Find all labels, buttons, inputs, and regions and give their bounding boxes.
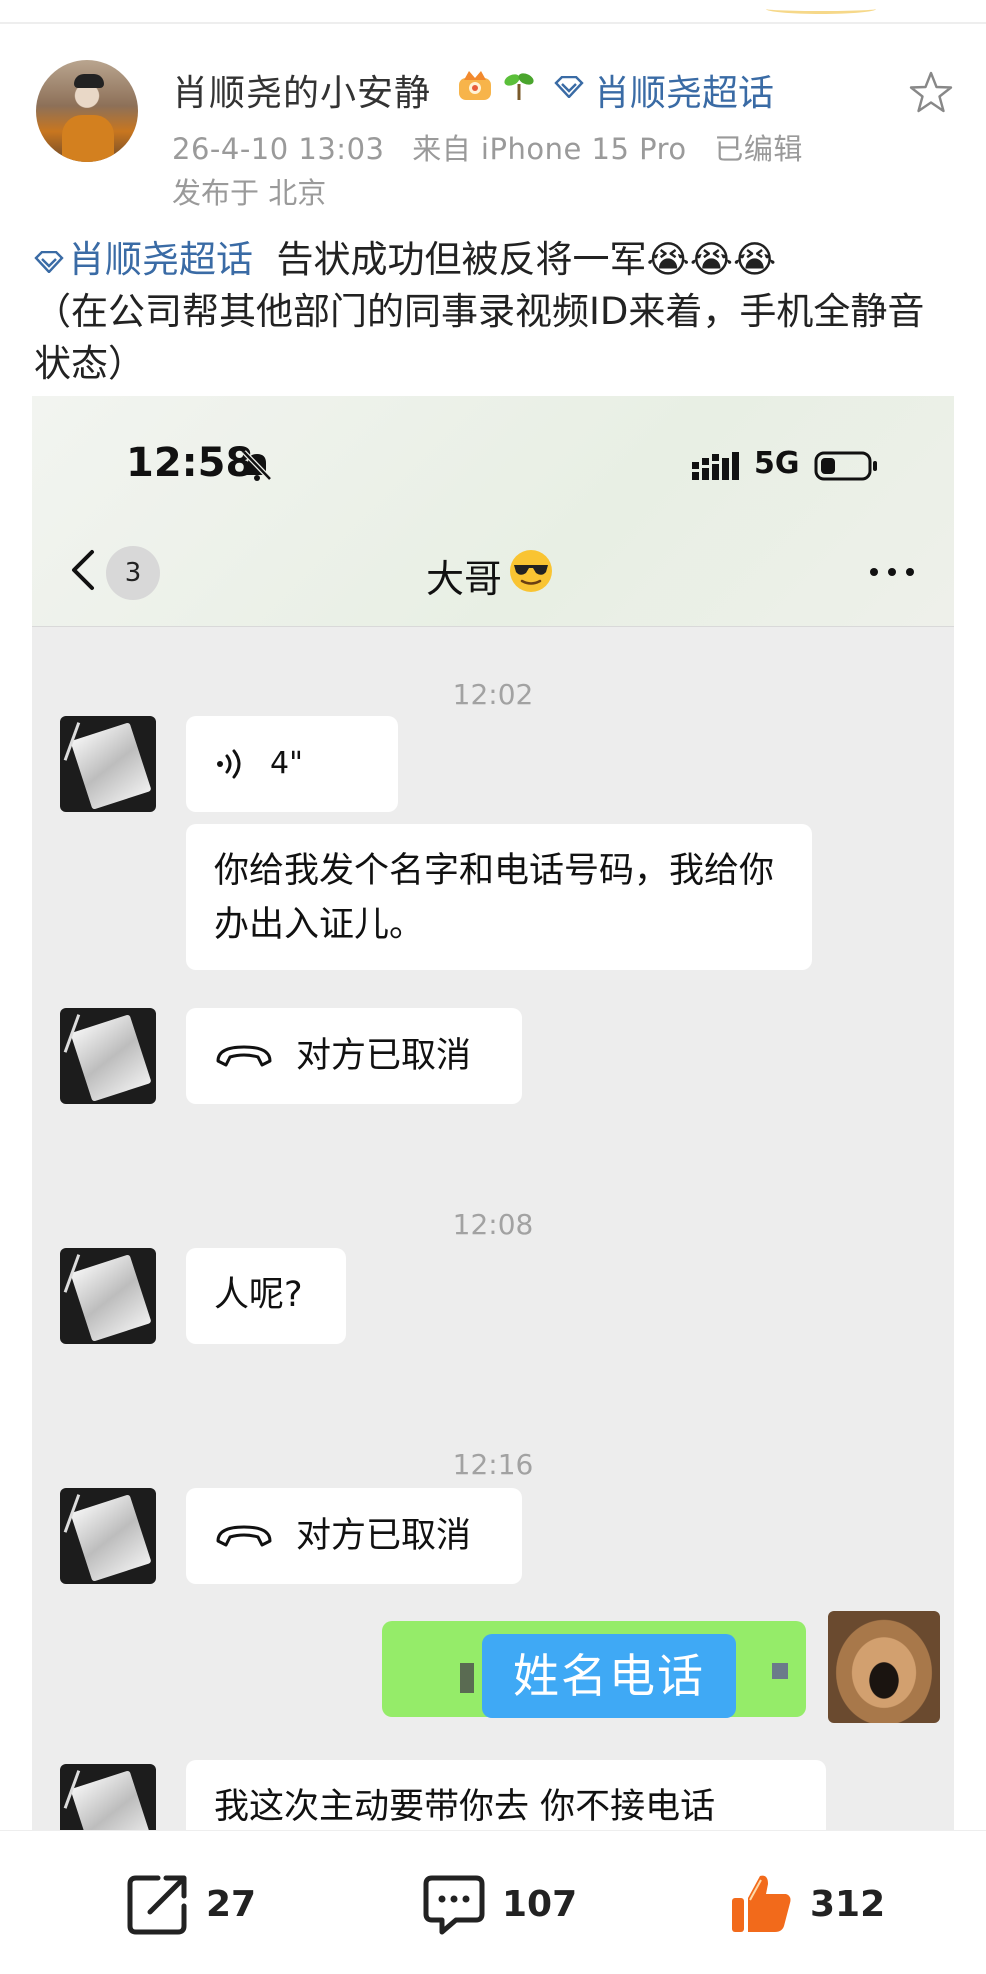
chat-message: 我这次主动要带你去 你不接电话 — [186, 1760, 826, 1830]
like-count: 312 — [810, 1883, 886, 1925]
post-text-line2: （在公司帮其他部门的同事录视频ID来着，手机全静音状态） — [34, 290, 925, 385]
time-separator: 12:16 — [452, 1448, 534, 1481]
supertopic-link[interactable]: 肖顺尧超话 — [594, 64, 774, 116]
voice-wave-icon — [217, 749, 241, 779]
post-text-line1: 告状成功但被反将一军 — [276, 238, 647, 281]
post-location: 发布于 北京 — [172, 176, 327, 210]
sprout-badge-icon — [504, 73, 534, 100]
post-timestamp: 26-4-10 13:03 — [172, 132, 385, 166]
unread-count-badge[interactable]: 3 — [106, 546, 160, 600]
post-meta: 26-4-10 13:03 来自 iPhone 15 Pro 已编辑 — [172, 126, 821, 168]
contact-avatar[interactable] — [60, 716, 156, 812]
my-avatar[interactable] — [828, 1611, 940, 1723]
supertopic-diamond-icon — [34, 250, 64, 273]
share-icon — [127, 1875, 187, 1935]
time-separator: 12:02 — [452, 678, 534, 711]
contact-avatar[interactable] — [60, 1488, 156, 1584]
voice-message[interactable]: 4" — [186, 716, 398, 812]
sunglasses-emoji-icon — [510, 550, 552, 592]
contact-avatar[interactable] — [60, 1248, 156, 1344]
post-edited-flag: 已编辑 — [714, 132, 803, 166]
supertopic-diamond-icon — [554, 76, 584, 98]
crown-badge-icon — [459, 71, 491, 100]
chat-message: 你给我发个名字和电话号码，我给你办出入证儿。 — [186, 824, 812, 970]
phone-hangup-icon — [216, 1045, 272, 1067]
author-avatar[interactable] — [36, 60, 138, 162]
post-body: 肖顺尧超话 告状成功但被反将一军😭😭😭 （在公司帮其他部门的同事录视频ID来着，… — [34, 234, 954, 390]
post-source: 来自 iPhone 15 Pro — [412, 132, 687, 166]
like-button[interactable]: 312 — [728, 1870, 885, 1938]
comment-count: 107 — [502, 1883, 578, 1925]
comment-icon — [423, 1875, 485, 1935]
battery-icon — [814, 451, 877, 481]
call-status: 对方已取消 — [296, 1516, 472, 1556]
name-phone-sticker: 姓名电话 — [482, 1634, 736, 1718]
silent-bell-icon — [242, 450, 272, 481]
chat-message: 人呢? — [186, 1248, 346, 1344]
call-status: 对方已取消 — [296, 1036, 472, 1076]
share-button[interactable]: 27 — [124, 1870, 256, 1938]
contact-avatar[interactable] — [60, 1008, 156, 1104]
contact-avatar[interactable] — [60, 1764, 156, 1830]
thumbs-up-icon — [732, 1875, 791, 1932]
phone-hangup-icon — [216, 1525, 272, 1547]
top-divider — [0, 0, 986, 24]
more-options-icon[interactable] — [868, 566, 916, 578]
call-record[interactable]: 对方已取消 — [186, 1008, 522, 1104]
author-name[interactable]: 肖顺尧的小安静 — [172, 64, 431, 116]
crying-emoji: 😭😭😭 — [646, 238, 777, 281]
chat-title: 大哥 — [426, 557, 503, 601]
call-record[interactable]: 对方已取消 — [186, 1488, 522, 1584]
post-topic-link[interactable]: 肖顺尧超话 — [68, 238, 253, 281]
favorite-star-icon[interactable] — [908, 70, 954, 116]
share-count: 27 — [206, 1883, 257, 1925]
status-time: 12:58 — [126, 440, 254, 486]
network-type: 5G — [754, 446, 800, 481]
chat-screenshot[interactable]: 12:58 5G 3 大哥 12:02 4" 你给我发个名字和电话号码，我给你办… — [32, 396, 954, 1830]
time-separator: 12:08 — [452, 1208, 534, 1241]
cellular-signal-icon — [692, 452, 739, 480]
back-chevron-icon[interactable] — [68, 548, 98, 592]
voice-duration: 4" — [270, 746, 303, 781]
comment-button[interactable]: 107 — [420, 1870, 577, 1938]
nav-divider — [32, 626, 954, 627]
